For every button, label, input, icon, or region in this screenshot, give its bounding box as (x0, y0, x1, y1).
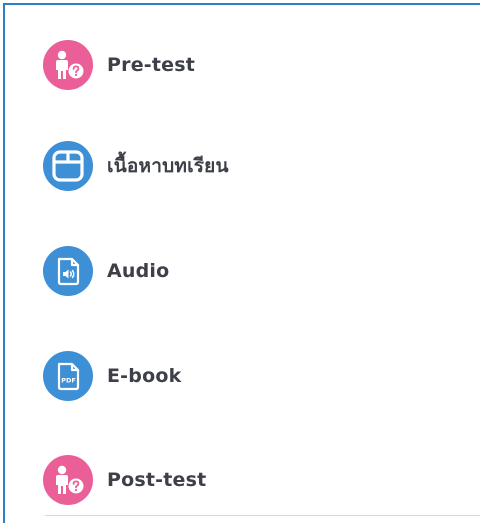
activity-label-lesson-content: เนื้อหาบทเรียน (107, 155, 229, 177)
activity-item-pre-test[interactable]: Pre-test (43, 39, 195, 91)
activity-item-audio[interactable]: Audio (43, 245, 169, 297)
audio-file-icon (43, 246, 93, 296)
content-window-icon (43, 141, 93, 191)
person-question-icon (43, 40, 93, 90)
activity-list-panel: Pre-test เนื้อหาบทเรียน Audio PDF E-book… (3, 3, 480, 523)
activity-label-audio: Audio (107, 260, 170, 282)
pdf-file-icon: PDF (43, 351, 93, 401)
activity-label-post-test: Post-test (107, 469, 207, 491)
activity-label-pre-test: Pre-test (107, 54, 196, 76)
list-divider (45, 515, 480, 516)
person-question-icon (43, 455, 93, 505)
activity-label-e-book: E-book (107, 365, 182, 387)
activity-item-lesson-content[interactable]: เนื้อหาบทเรียน (43, 140, 229, 192)
activity-item-post-test[interactable]: Post-test (43, 454, 206, 506)
pdf-badge-text: PDF (61, 377, 76, 385)
activity-item-e-book[interactable]: PDF E-book (43, 350, 181, 402)
